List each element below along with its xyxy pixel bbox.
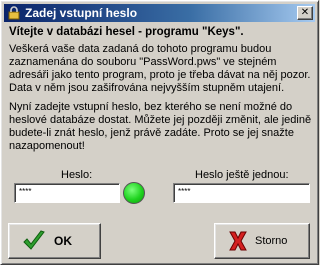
lock-icon (6, 5, 22, 21)
title-bar[interactable]: Zadej vstupní heslo ✕ (4, 4, 315, 22)
info-paragraph: Veškerá vaše data zadaná do tohoto progr… (9, 43, 311, 94)
instruction-paragraph: Nyní zadejte vstupní heslo, bez kterého … (9, 101, 312, 152)
checkmark-icon (22, 229, 46, 253)
password-field[interactable]: **** (14, 183, 120, 203)
password-confirm-field[interactable]: **** (173, 183, 310, 203)
password-confirm-label: Heslo ještě jednou: (195, 169, 289, 181)
x-icon (227, 229, 249, 253)
close-icon: ✕ (300, 7, 310, 18)
ok-label: OK (54, 234, 72, 248)
green-status-circle-icon (123, 182, 145, 204)
password-label: Heslo: (61, 169, 93, 181)
cancel-label: Storno (255, 235, 288, 247)
cancel-button[interactable]: Storno (214, 223, 310, 259)
ok-button[interactable]: OK (8, 223, 101, 259)
welcome-heading: Vítejte v databázi hesel - programu "Key… (9, 26, 244, 38)
password-dialog: Zadej vstupní heslo ✕ Vítejte v databázi… (0, 0, 319, 265)
close-button[interactable]: ✕ (297, 6, 313, 20)
window-title: Zadej vstupní heslo (25, 6, 138, 20)
